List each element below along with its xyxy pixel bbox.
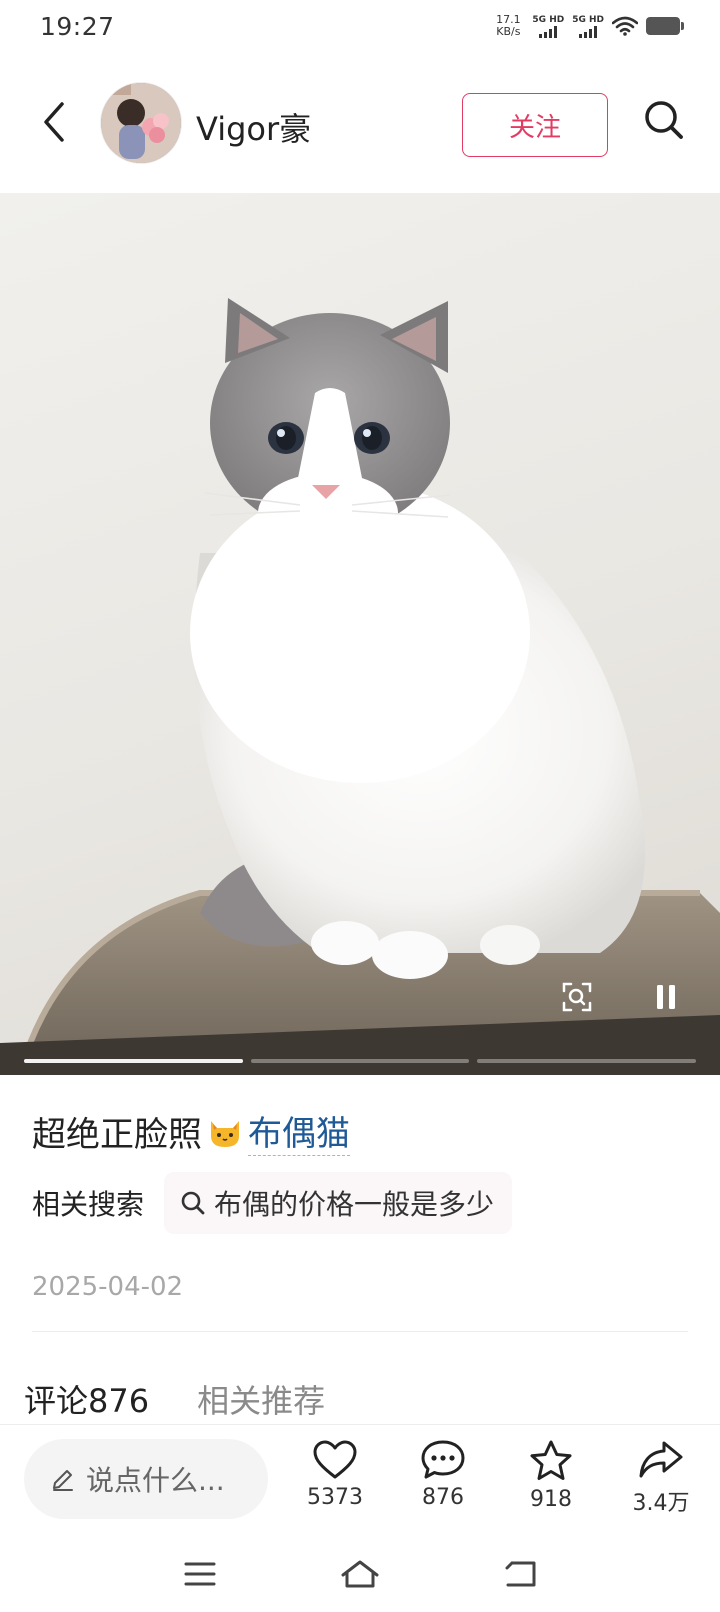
related-search-chip[interactable]: 布偶的价格一般是多少: [164, 1172, 513, 1234]
like-count: 5373: [307, 1485, 363, 1510]
divider: [32, 1331, 688, 1332]
comment-input[interactable]: 说点什么...: [24, 1439, 268, 1519]
signal-icon: 5G HD: [572, 15, 604, 38]
back-button[interactable]: [32, 96, 76, 148]
comment-bubble-icon: [421, 1440, 465, 1479]
battery-icon: [646, 17, 684, 35]
share-count: 3.4万: [632, 1491, 690, 1516]
favorite-count: 918: [530, 1487, 572, 1512]
post-date: 2025-04-02: [32, 1272, 184, 1302]
post-image[interactable]: [0, 193, 720, 1075]
status-bar: 19:27 17.1 KB/s 5G HD 5G HD: [0, 0, 720, 56]
progress-segment: [24, 1059, 243, 1063]
home-icon: [341, 1560, 379, 1588]
heart-icon: [313, 1440, 357, 1479]
tab-related-recommendations[interactable]: 相关推荐: [197, 1376, 325, 1422]
related-search-label: 相关搜索: [32, 1188, 145, 1221]
related-search-query: 布偶的价格一般是多少: [214, 1188, 495, 1221]
text-recognition-icon: [562, 982, 592, 1012]
post-header: Vigor豪 关注: [0, 56, 720, 192]
network-speed: 17.1 KB/s: [492, 14, 524, 38]
topic-tag-link[interactable]: 布偶猫: [248, 1106, 350, 1156]
comment-count: 876: [422, 1485, 464, 1510]
back-arrow-icon: [44, 102, 64, 142]
share-button[interactable]: 3.4万: [616, 1439, 706, 1529]
pause-button[interactable]: [644, 975, 688, 1019]
wifi-icon: [612, 16, 638, 36]
signal-icon: 5G HD: [532, 15, 564, 38]
pencil-icon: [53, 1470, 73, 1491]
comment-button[interactable]: 876: [398, 1439, 488, 1529]
favorite-button[interactable]: 918: [506, 1439, 596, 1529]
system-nav-bar: [0, 1536, 720, 1612]
menu-icon: [184, 1562, 216, 1586]
post-title: 超绝正脸照 布偶猫: [32, 1106, 350, 1156]
tab-comments[interactable]: 评论876: [24, 1376, 149, 1422]
carousel-progress: [24, 1059, 697, 1063]
search-button[interactable]: [638, 94, 690, 146]
progress-segment: [477, 1059, 697, 1063]
home-button[interactable]: [330, 1554, 390, 1594]
star-icon: [530, 1440, 572, 1480]
signal-label: 5G HD: [532, 14, 565, 25]
comment-tabs: 评论876 相关推荐: [24, 1376, 325, 1422]
avatar[interactable]: [100, 82, 182, 164]
related-search-row: 相关搜索 布偶的价格一般是多少: [32, 1172, 513, 1234]
ragdoll-cat-image: [0, 298, 720, 1075]
text-recognition-button[interactable]: [555, 975, 599, 1019]
status-time: 19:27: [40, 12, 115, 41]
bottom-action-bar: 说点什么... 5373 876 918 3.4万: [0, 1424, 720, 1536]
cat-face-icon: [211, 1121, 239, 1147]
search-icon: [181, 1191, 205, 1215]
signal-label: 5G HD: [572, 14, 604, 25]
follow-button[interactable]: 关注: [462, 93, 608, 157]
pause-icon: [657, 985, 675, 1009]
progress-segment: [250, 1059, 470, 1063]
author-name[interactable]: Vigor豪: [196, 104, 311, 150]
like-button[interactable]: 5373: [290, 1439, 380, 1529]
share-arrow-icon: [639, 1441, 683, 1478]
menu-button[interactable]: [170, 1554, 230, 1594]
search-icon: [645, 101, 683, 139]
post-title-text: 超绝正脸照: [32, 1114, 202, 1155]
system-back-button[interactable]: [490, 1554, 550, 1594]
comment-placeholder: 说点什么...: [86, 1464, 225, 1497]
back-icon: [505, 1561, 536, 1587]
status-indicators: 17.1 KB/s 5G HD 5G HD: [492, 14, 684, 38]
network-speed-unit: KB/s: [496, 25, 521, 38]
